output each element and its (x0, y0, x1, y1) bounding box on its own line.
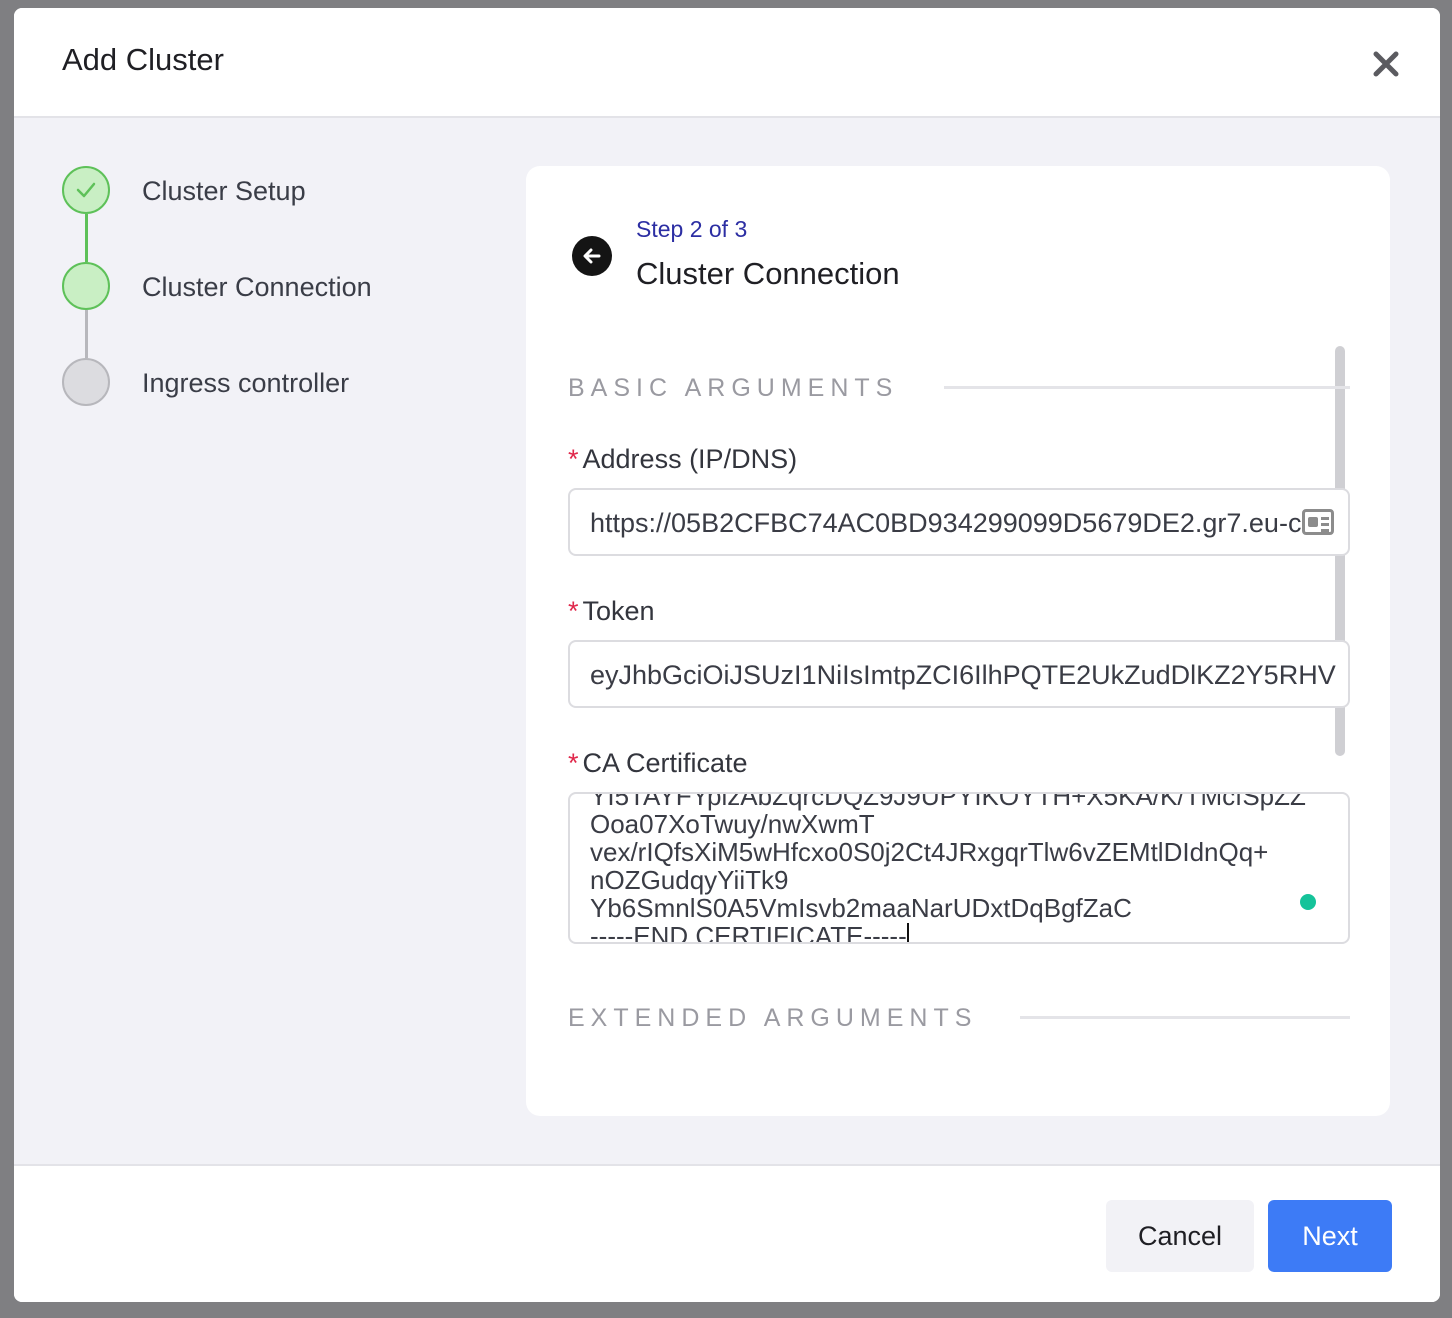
required-mark: * (568, 748, 579, 778)
check-icon (62, 166, 110, 214)
address-label: * Address (IP/DNS) (568, 444, 797, 475)
text-caret (906, 923, 909, 942)
arrow-left-icon[interactable] (572, 236, 612, 276)
ca-certificate-textarea[interactable]: YI5TAYFYpizAbZqrcDQZ9J9UPYIKOYTH+X5KA/K/… (568, 792, 1350, 944)
dialog-footer: Cancel Next (14, 1164, 1440, 1302)
ca-certificate-label: * CA Certificate (568, 748, 748, 779)
address-label-text: Address (IP/DNS) (582, 444, 798, 474)
contact-card-icon[interactable] (1302, 509, 1334, 535)
token-label: * Token (568, 596, 655, 627)
add-cluster-dialog: Add Cluster Cluster Setup Cluster Connec… (14, 8, 1440, 1302)
section-divider (1020, 1016, 1350, 1019)
required-mark: * (568, 444, 579, 474)
address-value: https://05B2CFBC74AC0BD934299099D5679DE2… (590, 508, 1317, 538)
certificate-last-line: -----END CERTIFICATE----- (590, 921, 1306, 944)
basic-arguments-heading: BASIC ARGUMENTS (568, 374, 899, 402)
address-input[interactable]: https://05B2CFBC74AC0BD934299099D5679DE2… (568, 488, 1350, 556)
step-indicator: Step 2 of 3 (636, 216, 748, 242)
step-card: Step 2 of 3 Cluster Connection BASIC ARG… (526, 166, 1390, 1116)
required-mark: * (568, 596, 579, 626)
step-label: Cluster Setup (142, 176, 306, 206)
cancel-button[interactable]: Cancel (1106, 1200, 1254, 1272)
grammar-assistant-icon[interactable] (1300, 894, 1316, 910)
extended-arguments-heading: EXTENDED ARGUMENTS (568, 1004, 978, 1032)
token-input[interactable]: eyJhbGciOiJSUzI1NiIsImtpZCI6IlhPQTE2UkZu… (568, 640, 1350, 708)
certificate-line: vex/rIQfsXiM5wHfcxo0S0j2Ct4JRxgqrTlw6vZE… (590, 837, 1269, 867)
step-connector (85, 310, 88, 358)
next-button[interactable]: Next (1268, 1200, 1392, 1272)
certificate-line: -----END CERTIFICATE----- (590, 921, 907, 944)
certificate-line: YI5TAYFYpizAbZqrcDQZ9J9UPYIKOYTH+X5KA/K/… (590, 792, 1306, 811)
certificate-line: Yb6SmnlS0A5VmIsvb2maaNarUDxtDqBgfZaC (590, 893, 1132, 923)
step-label: Ingress controller (142, 368, 350, 398)
step-indicator-dot (62, 358, 110, 406)
close-icon[interactable] (1370, 48, 1402, 80)
certificate-line: Ooa07XoTwuy/nwXwmT (590, 809, 875, 839)
step-connector (85, 214, 88, 262)
certificate-line: nOZGudqyYiiTk9 (590, 865, 789, 895)
token-value: eyJhbGciOiJSUzI1NiIsImtpZCI6IlhPQTE2UkZu… (590, 660, 1336, 690)
section-divider (944, 386, 1350, 389)
step-label: Cluster Connection (142, 272, 372, 302)
ca-certificate-content: YI5TAYFYpizAbZqrcDQZ9J9UPYIKOYTH+X5KA/K/… (590, 792, 1306, 944)
dialog-title: Add Cluster (62, 42, 224, 77)
step-indicator-dot (62, 262, 110, 310)
card-title: Cluster Connection (636, 256, 900, 291)
token-label-text: Token (582, 596, 655, 626)
ca-certificate-label-text: CA Certificate (582, 748, 748, 778)
dialog-header: Add Cluster (14, 8, 1440, 118)
